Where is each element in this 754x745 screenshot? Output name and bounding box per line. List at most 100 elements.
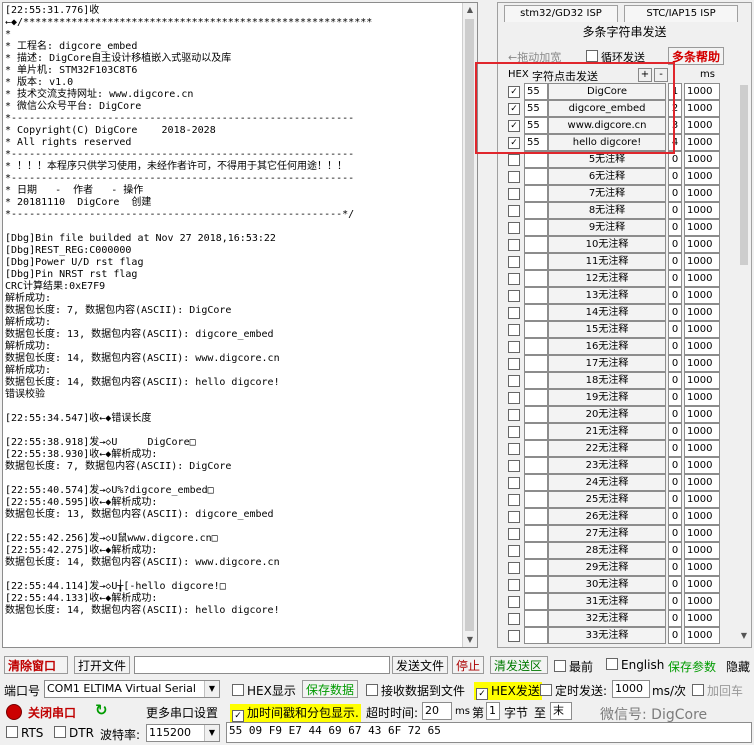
row-hex-value[interactable]: 55 (524, 100, 548, 117)
row-delay-field[interactable]: 1000 (684, 253, 720, 270)
hex-display-checkbox[interactable]: HEX显示 (232, 682, 296, 699)
row-send-button[interactable]: 20无注释 (548, 406, 666, 423)
row-delay-field[interactable]: 1000 (684, 134, 720, 151)
row-order-field[interactable]: 0 (668, 576, 682, 593)
row-hex-checkbox[interactable] (508, 443, 520, 455)
row-delay-field[interactable]: 1000 (684, 338, 720, 355)
row-delay-field[interactable]: 1000 (684, 151, 720, 168)
row-hex-value[interactable] (524, 389, 548, 406)
row-delay-field[interactable]: 1000 (684, 372, 720, 389)
row-order-field[interactable]: 0 (668, 202, 682, 219)
row-order-field[interactable]: 0 (668, 542, 682, 559)
send-list-scrollbar[interactable]: ▼ (738, 83, 750, 643)
row-hex-checkbox[interactable] (508, 477, 520, 489)
multi-help-button[interactable]: 多条帮助 (668, 47, 725, 65)
scroll-up-icon[interactable]: ▲ (463, 3, 477, 17)
row-delay-field[interactable]: 1000 (684, 83, 720, 100)
row-hex-checkbox[interactable] (508, 392, 520, 404)
row-order-field[interactable]: 0 (668, 593, 682, 610)
row-send-button[interactable]: 29无注释 (548, 559, 666, 576)
row-delay-field[interactable]: 1000 (684, 440, 720, 457)
row-delay-field[interactable]: 1000 (684, 457, 720, 474)
drag-widen-label[interactable]: ←拖动加宽 (508, 49, 561, 65)
row-order-field[interactable]: 0 (668, 559, 682, 576)
baud-select[interactable]: 115200 ▼ (146, 724, 220, 742)
row-order-field[interactable]: 0 (668, 525, 682, 542)
tab-stm32-isp[interactable]: stm32/GD32 ISP (504, 5, 618, 22)
timed-interval-input[interactable]: 1000 (612, 680, 650, 698)
row-hex-value[interactable]: 55 (524, 83, 548, 100)
row-hex-checkbox[interactable] (508, 188, 520, 200)
dtr-checkbox[interactable]: DTR (54, 726, 94, 740)
row-hex-checkbox[interactable] (508, 222, 520, 234)
row-hex-value[interactable] (524, 168, 548, 185)
row-send-button[interactable]: 13无注释 (548, 287, 666, 304)
row-hex-checkbox[interactable] (508, 205, 520, 217)
row-hex-checkbox[interactable] (508, 307, 520, 319)
row-order-field[interactable]: 0 (668, 372, 682, 389)
row-hex-value[interactable] (524, 185, 548, 202)
byte-to-select[interactable]: 末 (550, 702, 572, 720)
row-send-button[interactable]: 10无注释 (548, 236, 666, 253)
row-hex-value[interactable] (524, 440, 548, 457)
row-send-button[interactable]: 21无注释 (548, 423, 666, 440)
row-send-button[interactable]: 17无注释 (548, 355, 666, 372)
english-checkbox[interactable]: English (606, 658, 664, 672)
row-delay-field[interactable]: 1000 (684, 559, 720, 576)
row-hex-value[interactable] (524, 236, 548, 253)
timeout-input[interactable]: 20 (422, 702, 452, 720)
row-order-field[interactable]: 0 (668, 610, 682, 627)
row-order-field[interactable]: 3 (668, 117, 682, 134)
close-port-button[interactable]: 关闭串口 (28, 704, 76, 721)
row-send-button[interactable]: 22无注释 (548, 440, 666, 457)
row-order-field[interactable]: 0 (668, 168, 682, 185)
row-hex-checkbox[interactable] (508, 154, 520, 166)
loop-send-checkbox[interactable]: 循环发送 (586, 49, 645, 65)
recv-to-file-checkbox[interactable]: 接收数据到文件 (366, 682, 465, 699)
row-order-field[interactable]: 0 (668, 457, 682, 474)
send-file-button[interactable]: 发送文件 (392, 656, 448, 674)
row-hex-checkbox[interactable] (508, 426, 520, 438)
row-send-button[interactable]: 7无注释 (548, 185, 666, 202)
open-file-button[interactable]: 打开文件 (74, 656, 130, 674)
row-send-button[interactable]: 9无注释 (548, 219, 666, 236)
more-settings-button[interactable]: 更多串口设置 (146, 704, 218, 721)
row-hex-value[interactable] (524, 151, 548, 168)
row-send-button[interactable]: 28无注释 (548, 542, 666, 559)
row-send-button[interactable]: 18无注释 (548, 372, 666, 389)
scroll-thumb[interactable] (465, 19, 474, 631)
row-delay-field[interactable]: 1000 (684, 525, 720, 542)
row-send-button[interactable]: digcore_embed (548, 100, 666, 117)
row-delay-field[interactable]: 1000 (684, 491, 720, 508)
row-send-button[interactable]: www.digcore.cn (548, 117, 666, 134)
row-order-field[interactable]: 0 (668, 270, 682, 287)
row-hex-value[interactable] (524, 610, 548, 627)
row-hex-checkbox[interactable] (508, 324, 520, 336)
row-order-field[interactable]: 0 (668, 389, 682, 406)
row-delay-field[interactable]: 1000 (684, 627, 720, 644)
row-hex-checkbox[interactable] (508, 511, 520, 523)
row-order-field[interactable]: 0 (668, 338, 682, 355)
byte-from-input[interactable]: 1 (486, 702, 500, 720)
file-path-input[interactable] (134, 656, 390, 674)
row-send-button[interactable]: 16无注释 (548, 338, 666, 355)
row-hex-checkbox[interactable] (508, 630, 520, 642)
row-hex-value[interactable] (524, 202, 548, 219)
row-hex-value[interactable] (524, 525, 548, 542)
row-hex-checkbox[interactable] (508, 613, 520, 625)
row-send-button[interactable]: DigCore (548, 83, 666, 100)
row-hex-value[interactable] (524, 474, 548, 491)
row-delay-field[interactable]: 1000 (684, 321, 720, 338)
row-hex-value[interactable] (524, 542, 548, 559)
row-order-field[interactable]: 0 (668, 508, 682, 525)
hex-send-checkbox[interactable]: ✓ HEX发送 (474, 682, 542, 700)
row-delay-field[interactable]: 1000 (684, 270, 720, 287)
row-delay-field[interactable]: 1000 (684, 100, 720, 117)
row-send-button[interactable]: 33无注释 (548, 627, 666, 644)
row-delay-field[interactable]: 1000 (684, 202, 720, 219)
row-order-field[interactable]: 0 (668, 474, 682, 491)
row-send-button[interactable]: 26无注释 (548, 508, 666, 525)
row-delay-field[interactable]: 1000 (684, 593, 720, 610)
row-hex-checkbox[interactable] (508, 494, 520, 506)
row-hex-value[interactable] (524, 491, 548, 508)
